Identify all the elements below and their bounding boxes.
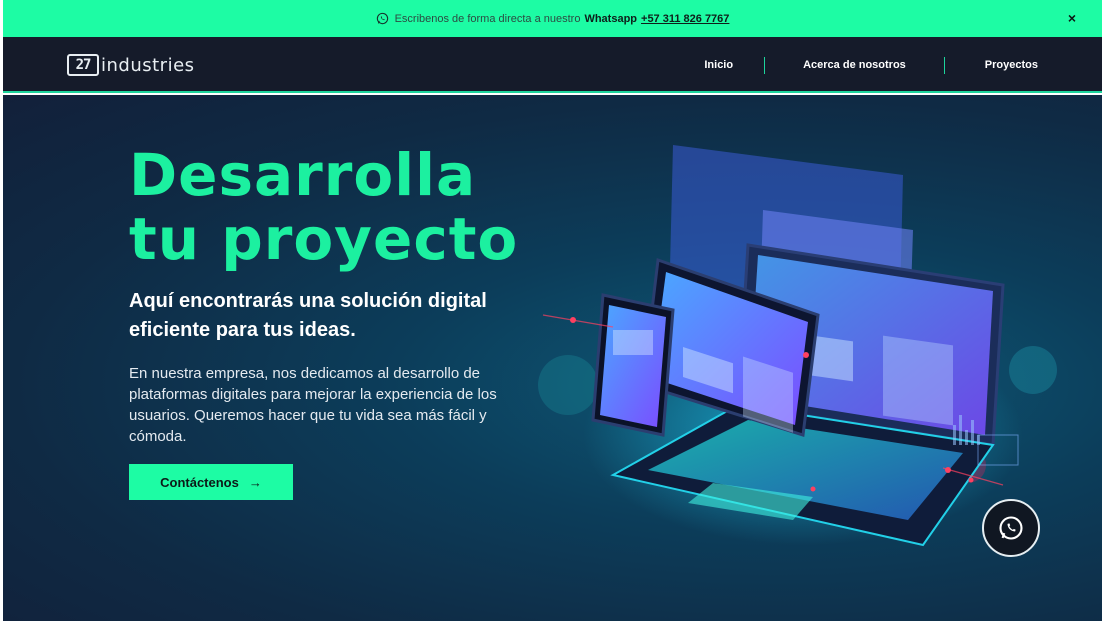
banner-text: Escribenos de forma directa a nuestro bbox=[394, 12, 581, 25]
contact-button-label: Contáctenos bbox=[160, 474, 239, 490]
whatsapp-icon bbox=[376, 12, 388, 25]
contact-button[interactable]: Contáctenos → bbox=[129, 464, 293, 500]
site-header: 27 industries Inicio Acerca de nosotros … bbox=[3, 37, 1102, 93]
nav-item-inicio[interactable]: Inicio bbox=[704, 59, 764, 71]
main-nav: Inicio Acerca de nosotros Proyectos bbox=[704, 37, 1102, 93]
logo-text: industries bbox=[101, 54, 195, 76]
nav-item-proyectos[interactable]: Proyectos bbox=[945, 59, 1102, 71]
nav-item-acerca[interactable]: Acerca de nosotros bbox=[765, 59, 944, 71]
whatsapp-icon bbox=[999, 516, 1023, 540]
page-frame: Escribenos de forma directa a nuestro Wh… bbox=[3, 0, 1102, 621]
hero-section: Desarrolla tu proyecto Aquí encontrarás … bbox=[3, 95, 1102, 621]
close-icon[interactable]: × bbox=[1064, 10, 1080, 26]
arrow-right-icon: → bbox=[248, 474, 262, 490]
devices-illustration bbox=[538, 145, 1057, 547]
logo-mark: 27 bbox=[67, 54, 99, 76]
top-banner: Escribenos de forma directa a nuestro Wh… bbox=[3, 0, 1102, 37]
hero-title: Desarrolla tu proyecto bbox=[129, 141, 519, 273]
hero-subtitle: Aquí encontrarás una solución digital ef… bbox=[129, 290, 487, 341]
banner-phone-link[interactable]: +57 311 826 7767 bbox=[641, 13, 729, 25]
whatsapp-float-button[interactable] bbox=[982, 499, 1040, 557]
hero-description: En nuestra empresa, nos dedicamos al des… bbox=[129, 365, 497, 445]
banner-whatsapp-label: Whatsapp bbox=[584, 12, 638, 25]
logo[interactable]: 27 industries bbox=[67, 53, 195, 77]
